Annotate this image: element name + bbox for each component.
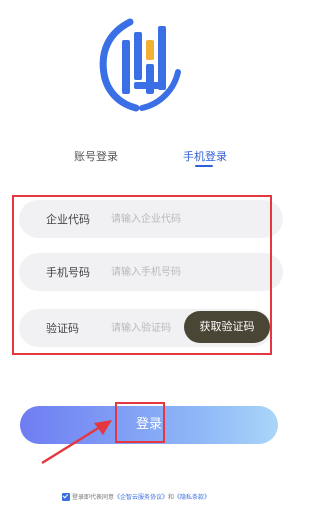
- app-logo-icon: [99, 18, 181, 112]
- active-tab-indicator: [195, 165, 213, 167]
- login-tabs: 账号登录 手机登录: [0, 148, 300, 172]
- agreement-prefix: 登录即代表同意: [72, 494, 115, 501]
- red-arrow-icon: [41, 420, 112, 465]
- agreement-row: 登录即代表同意《企智云服务协议》和《隐私条款》: [62, 492, 210, 504]
- service-agreement-link[interactable]: 《企智云服务协议》: [114, 494, 168, 501]
- privacy-policy-link[interactable]: 《隐私条款》: [174, 494, 210, 501]
- tab-phone-login[interactable]: 手机登录: [183, 148, 227, 164]
- checkbox-checked-icon[interactable]: [62, 492, 70, 501]
- login-highlight-box: [115, 402, 165, 443]
- form-highlight-box: [12, 195, 272, 355]
- tab-account-login[interactable]: 账号登录: [74, 148, 118, 164]
